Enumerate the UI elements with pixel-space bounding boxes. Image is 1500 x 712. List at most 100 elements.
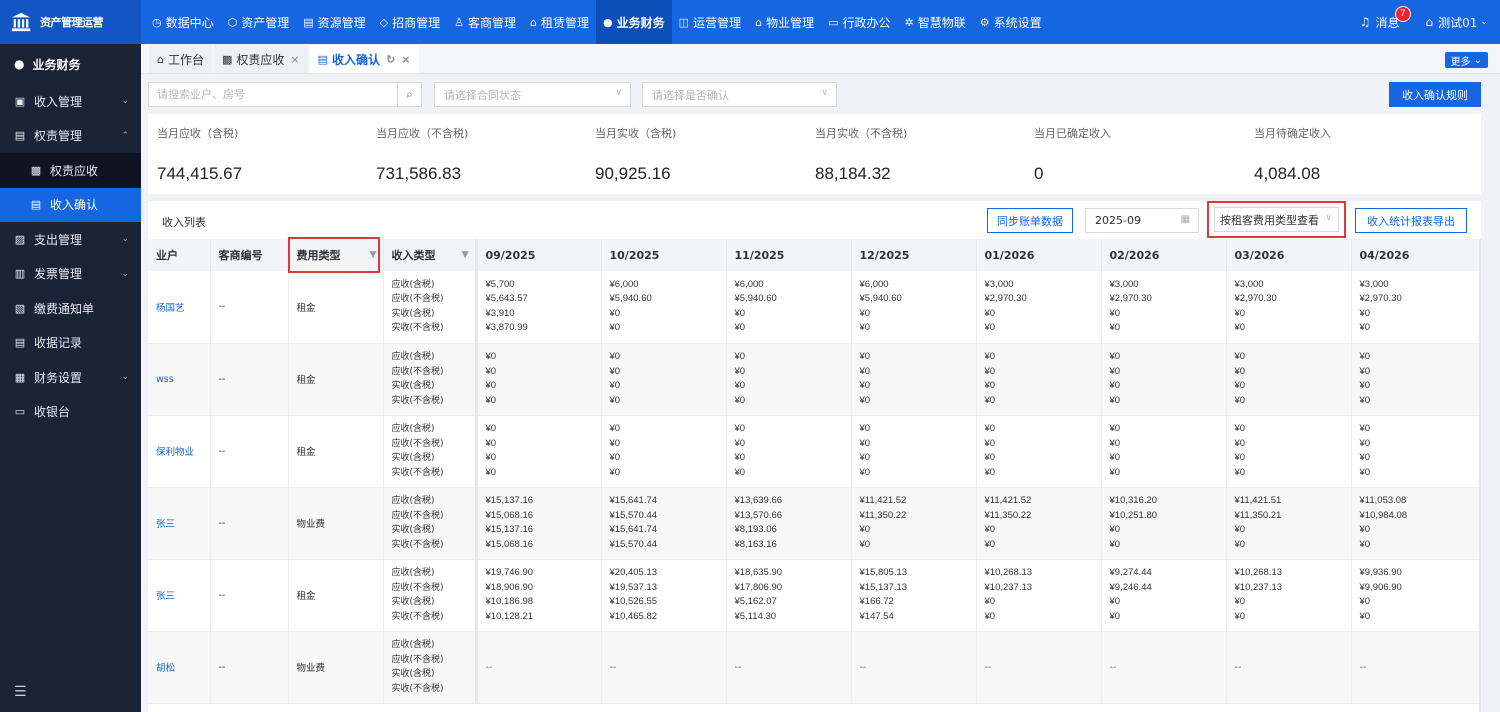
sidebar-item-label: 权责应收 (50, 163, 99, 178)
brand[interactable]: 资产管理运营 (0, 0, 141, 44)
search-input[interactable] (149, 83, 397, 106)
amount: ¥0 (1359, 394, 1371, 406)
confirmed-select[interactable]: 请选择是否确认 ∨ (642, 82, 837, 107)
amount: ¥0 (734, 307, 746, 319)
amount: ¥0 (984, 466, 996, 478)
topnav-item[interactable]: ◫ 运营管理 (672, 0, 748, 44)
amount: ¥15,570.44 (609, 509, 658, 521)
owner-link[interactable]: 胡松 (148, 631, 211, 704)
sidebar-item[interactable]: ▣ 收入管理 ⌄ (0, 84, 141, 119)
table-row: 张三 -- 租金 应收(含税) 应收(不含税) 实收(含税) 实收(不含税) ¥19,746.… (148, 559, 1480, 632)
contract-status-select[interactable]: 请选择合同状态 ∨ (434, 82, 631, 107)
topnav-item[interactable]: ⚙ 系统设置 (973, 0, 1049, 44)
vertical-scrollbar[interactable] (1479, 239, 1481, 712)
chevron-icon: ⌄ (121, 96, 129, 107)
topnav-item[interactable]: ⌂ 物业管理 (748, 0, 821, 44)
amount: ¥0 (734, 466, 746, 478)
amount: ¥0 (1234, 380, 1246, 391)
table-row: 张三 -- 物业费 应收(含税) 应收(不含税) 实收(含税) 实收(不含税) ¥15,137… (148, 487, 1480, 560)
sidebar-item[interactable]: ▨ 支出管理 ⌄ (0, 222, 141, 257)
owner-link[interactable]: 张三 (148, 487, 211, 560)
amount: ¥3,000 (1234, 278, 1264, 290)
amount: ¥11,350.21 (1234, 509, 1282, 521)
sidebar-item[interactable]: ▦ 财务设置 ⌄ (0, 360, 141, 395)
sidebar-item[interactable]: ▤ 收入确认 (0, 187, 141, 222)
messages-button[interactable]: ♫ 消息 7 (1360, 5, 1411, 31)
amount: ¥0 (984, 394, 996, 406)
income-rule-button[interactable]: 收入确认规则 (1389, 82, 1481, 107)
amount: ¥0 (1234, 610, 1246, 622)
amount: ¥18,906.90 (485, 581, 534, 593)
month-column-header: 12/2025 (851, 239, 977, 271)
sidebar: ● 业务财务 ▣ 收入管理 ⌄ ▤ 权责管理 ⌃ ▩ 权责应收 ▤ 收入确认 ▨ 支出管理 ⌄ ▥ 发票管理… (0, 44, 141, 712)
month-column-header: 02/2026 (1101, 239, 1227, 271)
income-types: 应收(含税) 应收(不含税) 实收(含税) 实收(不含税) (383, 415, 478, 488)
tab[interactable]: ⌂ 工作台 (149, 45, 212, 73)
refresh-icon[interactable]: ↻ (386, 53, 395, 66)
collapse-sidebar-icon[interactable]: ☰ (14, 684, 27, 700)
sidebar-item-label: 缴费通知单 (34, 301, 95, 316)
month-picker[interactable]: 2025-09 ▦ (1085, 208, 1199, 233)
topnav-item[interactable]: ⬡ 资产管理 (221, 0, 297, 44)
topnav-item[interactable]: ⌂ 租赁管理 (523, 0, 596, 44)
topnav-label: 行政办公 (842, 15, 891, 30)
amount: ¥0 (1234, 365, 1246, 377)
amount: ¥2,970.30 (984, 293, 1027, 305)
stat-card: 当月已确定收入 0 (1034, 114, 1254, 184)
sidebar-item-label: 权责管理 (34, 129, 83, 144)
month-values: ¥0 ¥0 ¥0 ¥0 (726, 415, 852, 488)
tab[interactable]: ▤ 收入确认 ↻ × (309, 45, 419, 73)
income-type-label: 应收(不含税) (391, 582, 444, 593)
sidebar-item[interactable]: ▭ 收银台 (0, 395, 141, 430)
empty-value: -- (851, 631, 977, 704)
stat-label: 当月实收（含税) (595, 127, 677, 140)
export-report-button[interactable]: 收入统计报表导出 (1355, 208, 1467, 233)
more-tabs-button[interactable]: 更多 ⌄ (1444, 52, 1488, 68)
chevron-down-icon: ∨ (615, 88, 622, 98)
column-header-label: 收入类型 (391, 249, 436, 262)
amount: ¥17,806.90 (734, 581, 783, 593)
empty-value: -- (1351, 631, 1480, 704)
filter-icon[interactable]: ▼ (370, 250, 377, 260)
sidebar-item[interactable]: ▤ 收据记录 (0, 326, 141, 361)
topnav-item[interactable]: ▭ 行政办公 (821, 0, 897, 44)
owner-link[interactable]: 张三 (148, 559, 211, 632)
month-label: 09/2025 (485, 248, 536, 262)
sidebar-item[interactable]: ▩ 权责应收 (0, 153, 141, 188)
owner-link[interactable]: 保利物业 (148, 415, 211, 488)
amount: ¥0 (984, 380, 996, 391)
close-icon[interactable]: × (401, 53, 410, 66)
amount: ¥0 (1234, 437, 1246, 449)
stat-card: 当月应收（含税) 744,415.67 (157, 114, 377, 184)
month-column-header: 09/2025 (476, 239, 602, 271)
filter-icon[interactable]: ▼ (462, 250, 469, 260)
topnav-item[interactable]: ✲ 智慧物联 (898, 0, 973, 44)
income-type-label: 应收(不含税) (391, 510, 444, 521)
view-mode-select[interactable]: 按租客费用类型查看 ∨ (1214, 207, 1339, 232)
sidebar-item[interactable]: ▥ 发票管理 ⌄ (0, 257, 141, 292)
user-menu[interactable]: ⌂ 测试01 ⌄ (1426, 14, 1488, 31)
topnav-item[interactable]: ◷ 数据中心 (145, 0, 221, 44)
month-values: ¥10,268.13 ¥10,237.13 ¥0 ¥0 (976, 559, 1102, 632)
sync-bill-button[interactable]: 同步账单数据 (987, 208, 1073, 233)
month-values: ¥0 ¥0 ¥0 ¥0 (1351, 415, 1480, 488)
menu-icon: ▭ (828, 15, 839, 29)
bank-icon (11, 12, 31, 32)
month-values: ¥15,805.13 ¥15,137.13 ¥166.72 ¥147.54 (851, 559, 977, 632)
close-icon[interactable]: × (290, 53, 299, 66)
amount: ¥0 (1234, 452, 1246, 463)
owner-link[interactable]: wss (148, 343, 211, 416)
sidebar-item[interactable]: ▤ 权责管理 ⌃ (0, 119, 141, 154)
stat-card: 当月待确定收入 4,084.08 (1254, 114, 1474, 184)
topnav-item[interactable]: ◇ 招商管理 (373, 0, 447, 44)
topnav-item[interactable]: ● 业务财务 (596, 0, 672, 44)
topnav-item[interactable]: ▤ 资源管理 (296, 0, 372, 44)
sidebar-item[interactable]: ▧ 缴费通知单 (0, 291, 141, 326)
topnav-item[interactable]: ♙ 客商管理 (447, 0, 523, 44)
search-icon[interactable]: ⌕ (397, 83, 421, 106)
month-values: ¥10,268.13 ¥10,237.13 ¥0 ¥0 (1226, 559, 1352, 632)
owner-link[interactable]: 杨国艺 (148, 271, 211, 344)
amount: ¥5,940.60 (859, 293, 902, 305)
chevron-icon: ⌃ (121, 130, 129, 141)
tab[interactable]: ▩ 权责应收 × (214, 45, 308, 73)
